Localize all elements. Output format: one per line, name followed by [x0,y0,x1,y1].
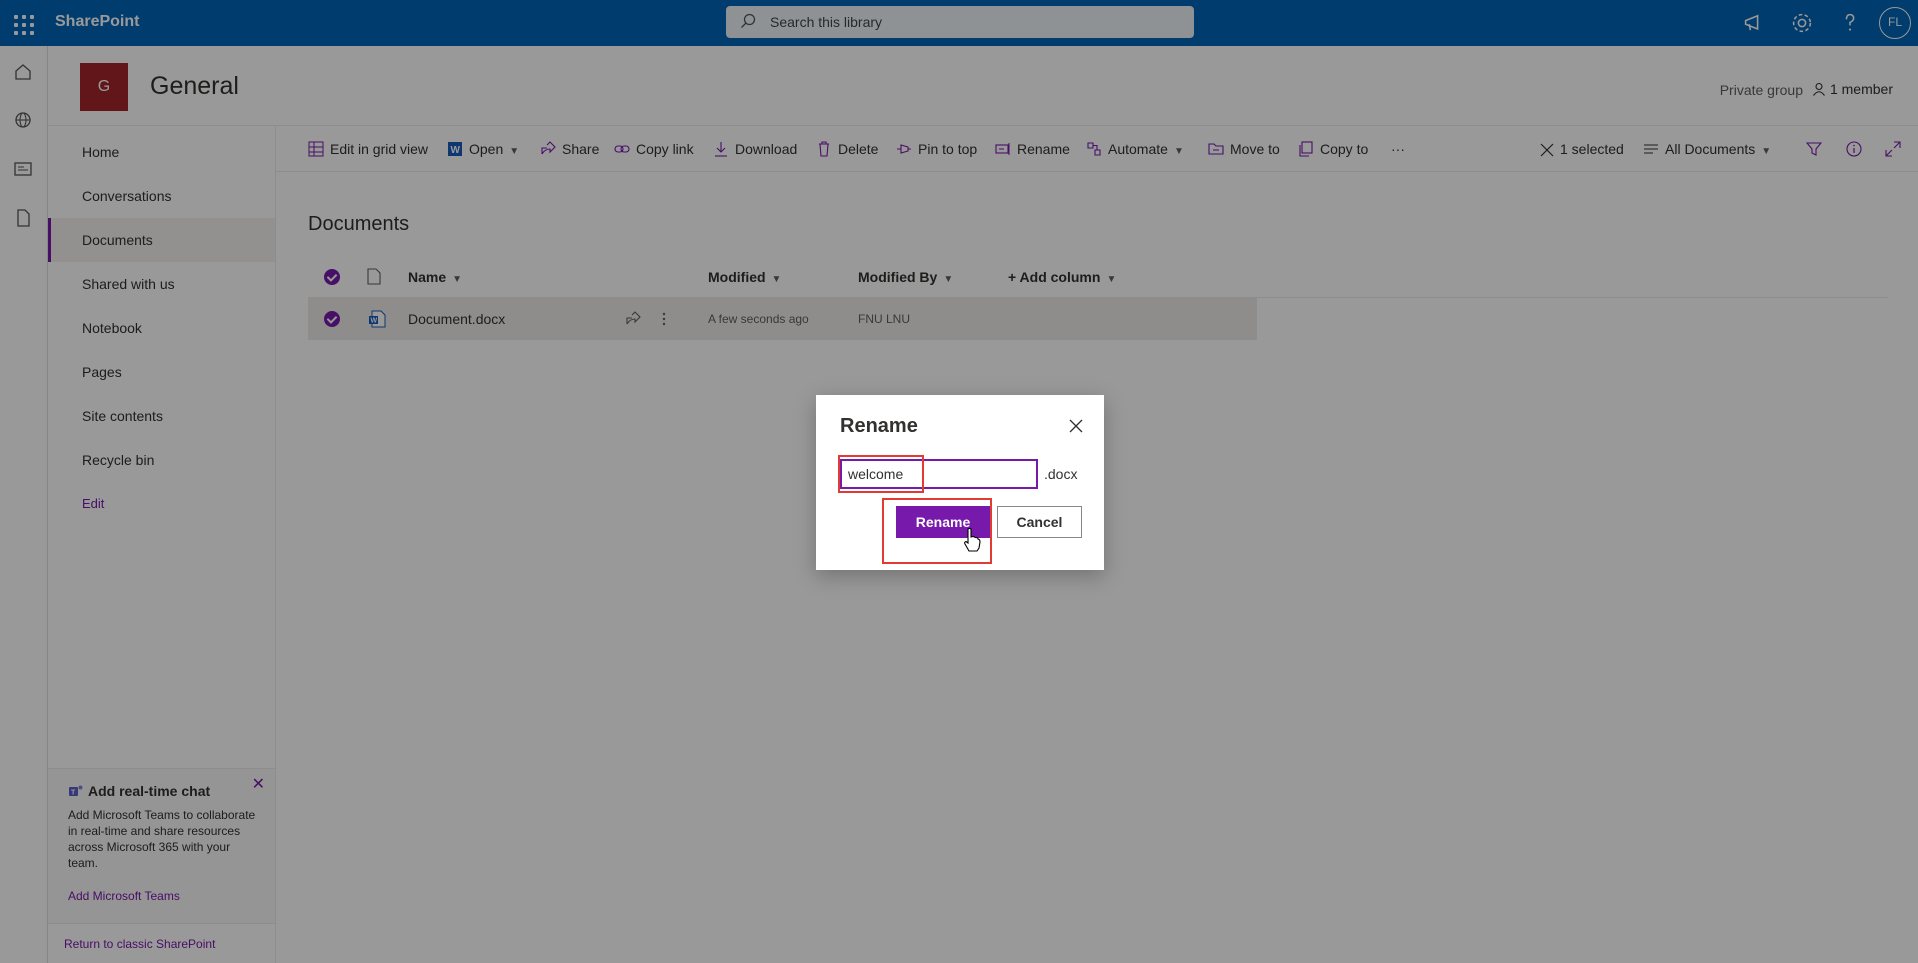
dialog-title: Rename [840,415,918,437]
hand-cursor-icon [964,528,981,552]
input-highlight-box [838,455,924,493]
file-extension: .docx [1044,466,1078,482]
cancel-button[interactable]: Cancel [997,506,1082,538]
close-icon[interactable] [1067,417,1085,435]
